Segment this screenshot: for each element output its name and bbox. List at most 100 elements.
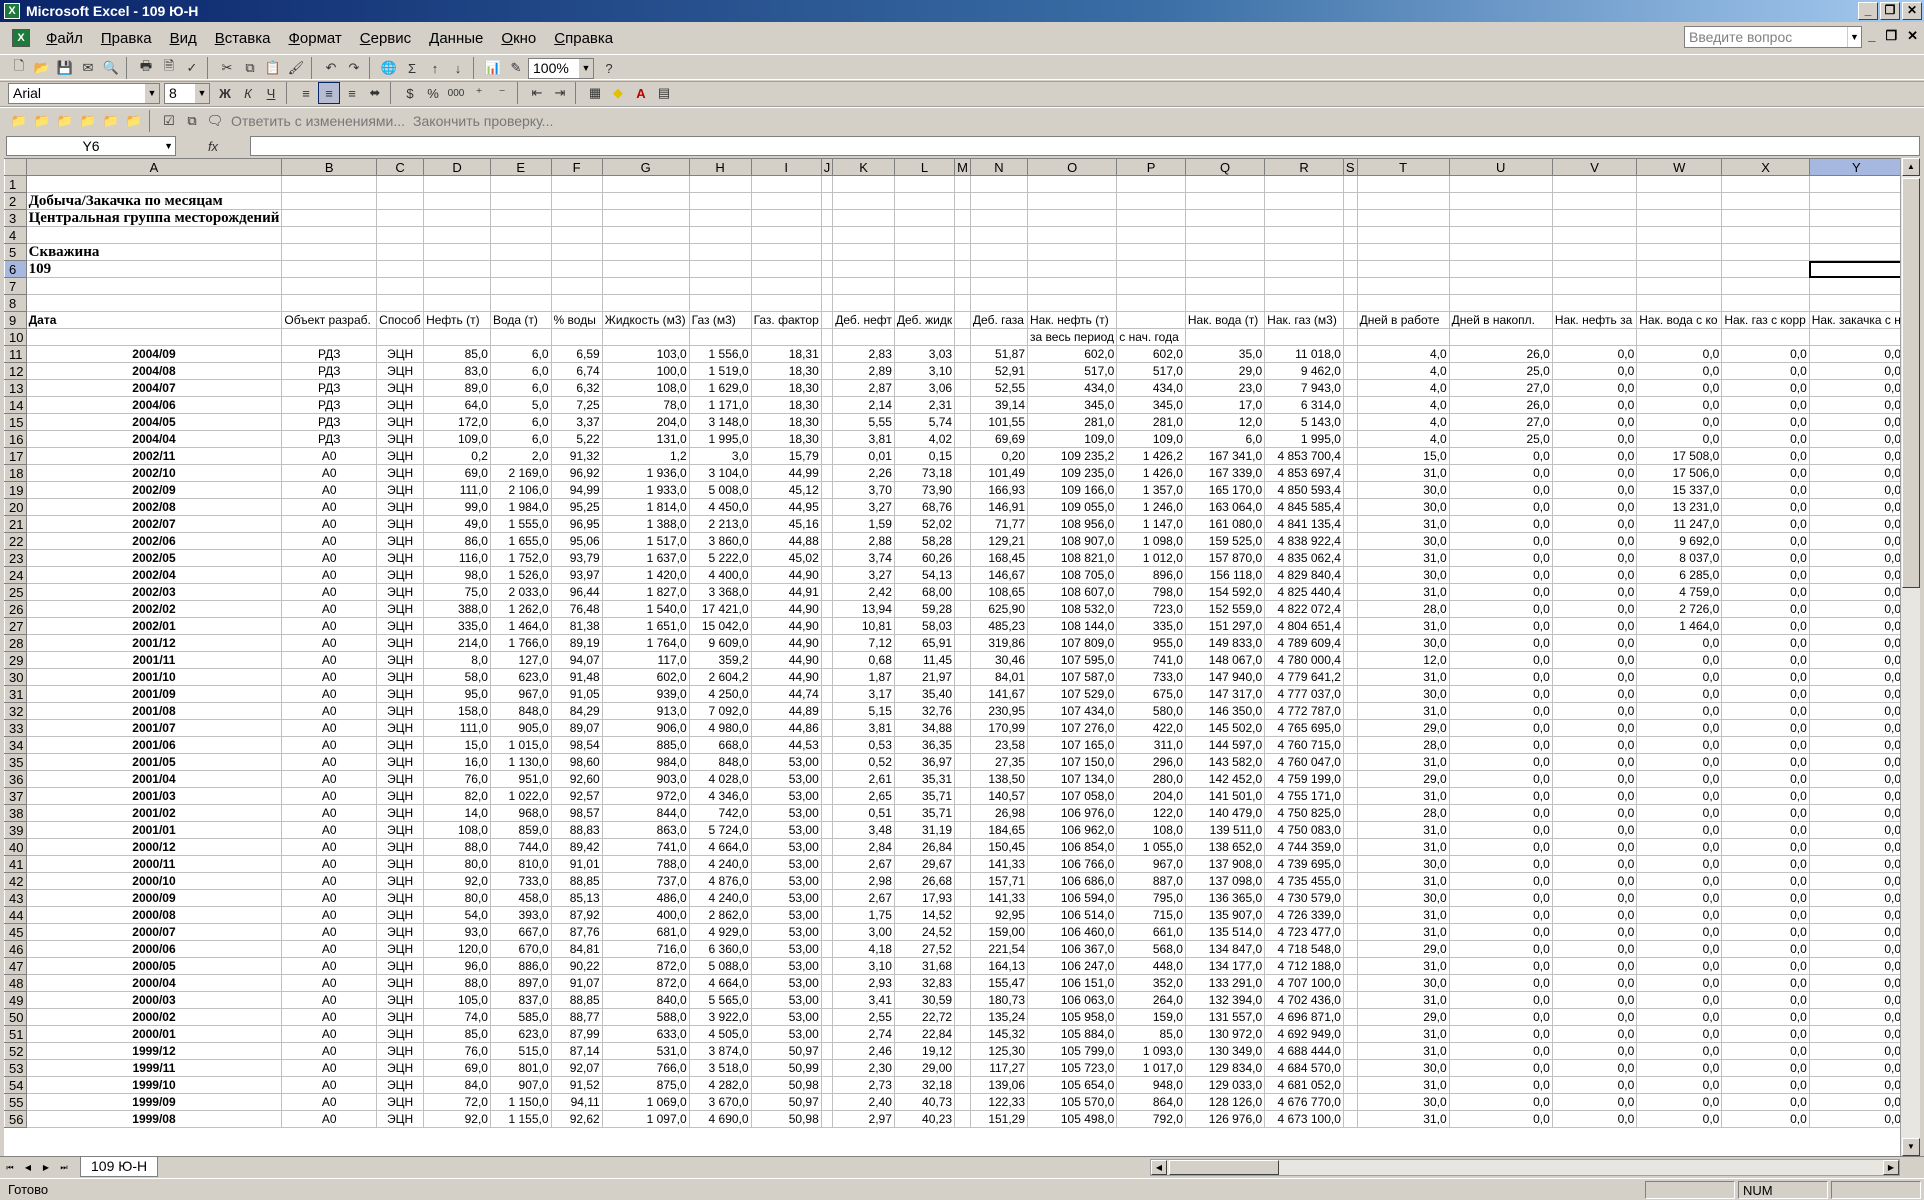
- cell-k41[interactable]: 2,67: [832, 855, 895, 873]
- cell-r3[interactable]: [1264, 209, 1344, 227]
- cell-p47[interactable]: 448,0: [1116, 957, 1186, 975]
- cell-k5[interactable]: [832, 243, 895, 261]
- cell-d41[interactable]: 80,0: [423, 855, 491, 873]
- cell-g15[interactable]: 204,0: [601, 413, 690, 431]
- cell-p18[interactable]: 1 426,0: [1116, 464, 1186, 482]
- row-header-41[interactable]: 41: [4, 855, 27, 873]
- bold-button[interactable]: Ж: [214, 82, 236, 104]
- row-header-2[interactable]: 2: [4, 192, 27, 210]
- cell-p22[interactable]: 1 098,0: [1116, 532, 1186, 550]
- cell-d48[interactable]: 88,0: [423, 974, 491, 992]
- cell-o16[interactable]: 109,0: [1027, 430, 1118, 448]
- cell-x32[interactable]: 0,0: [1721, 702, 1810, 720]
- cell-h18[interactable]: 3 104,0: [688, 464, 752, 482]
- cell-l37[interactable]: 35,71: [893, 787, 956, 805]
- cell-r10[interactable]: [1264, 328, 1344, 346]
- cell-e41[interactable]: 810,0: [489, 855, 552, 873]
- cell-p46[interactable]: 568,0: [1116, 940, 1186, 958]
- cell-m2[interactable]: [954, 192, 971, 210]
- cell-l51[interactable]: 22,84: [893, 1025, 956, 1043]
- cell-k32[interactable]: 5,15: [832, 702, 895, 720]
- cell-w46[interactable]: 0,0: [1636, 940, 1723, 958]
- menu-edit[interactable]: Правка: [93, 30, 162, 47]
- cell-i26[interactable]: 44,90: [750, 600, 822, 618]
- cell-x13[interactable]: 0,0: [1721, 379, 1810, 397]
- cell-s56[interactable]: [1342, 1110, 1358, 1128]
- cell-f7[interactable]: [550, 277, 603, 295]
- cell-h54[interactable]: 4 282,0: [688, 1076, 752, 1094]
- cell-h42[interactable]: 4 876,0: [688, 872, 752, 890]
- cell-m4[interactable]: [954, 226, 971, 244]
- column-subtitle[interactable]: с нач. года: [1116, 328, 1186, 346]
- cell-v46[interactable]: 0,0: [1551, 940, 1638, 958]
- drawing-icon[interactable]: ✎: [505, 57, 527, 79]
- cell-o4[interactable]: [1027, 226, 1118, 244]
- cell-l16[interactable]: 4,02: [893, 430, 956, 448]
- cell-t20[interactable]: 30,0: [1356, 498, 1450, 516]
- cell-c32[interactable]: ЭЦН: [376, 702, 425, 720]
- cell-d11[interactable]: 85,0: [423, 345, 491, 363]
- cell-g12[interactable]: 100,0: [601, 362, 690, 380]
- cell-n36[interactable]: 138,50: [969, 770, 1029, 788]
- cell-h7[interactable]: [688, 277, 752, 295]
- cell-b7[interactable]: [281, 277, 378, 295]
- cell-h6[interactable]: [688, 260, 752, 278]
- cell-f21[interactable]: 96,95: [550, 515, 603, 533]
- font-color-icon[interactable]: A: [630, 82, 652, 104]
- cell-m54[interactable]: [954, 1076, 971, 1094]
- cell-t16[interactable]: 4,0: [1356, 430, 1450, 448]
- cell-l22[interactable]: 58,28: [893, 532, 956, 550]
- cell-p31[interactable]: 675,0: [1116, 685, 1186, 703]
- cell-e24[interactable]: 1 526,0: [489, 566, 552, 584]
- cell-l33[interactable]: 34,88: [893, 719, 956, 737]
- cell-p33[interactable]: 422,0: [1116, 719, 1186, 737]
- scroll-right-icon[interactable]: ▶: [1883, 1160, 1899, 1175]
- cell-i51[interactable]: 53,00: [750, 1025, 822, 1043]
- cell-q40[interactable]: 138 652,0: [1184, 838, 1266, 856]
- cell-t12[interactable]: 4,0: [1356, 362, 1450, 380]
- chevron-down-icon[interactable]: ▼: [164, 137, 173, 155]
- print-icon[interactable]: 🖶: [135, 57, 157, 79]
- cell-g36[interactable]: 903,0: [601, 770, 690, 788]
- cell-y42[interactable]: 0,0: [1808, 872, 1904, 890]
- column-header-e[interactable]: E: [489, 158, 552, 176]
- cell-i27[interactable]: 44,90: [750, 617, 822, 635]
- cell-k11[interactable]: 2,83: [832, 345, 895, 363]
- cell-c30[interactable]: ЭЦН: [376, 668, 425, 686]
- cell-g32[interactable]: 913,0: [601, 702, 690, 720]
- cell-u35[interactable]: 0,0: [1448, 753, 1553, 771]
- cell-d18[interactable]: 69,0: [423, 464, 491, 482]
- cell-h17[interactable]: 3,0: [688, 447, 752, 465]
- cell-j41[interactable]: [820, 855, 834, 873]
- cell-t52[interactable]: 31,0: [1356, 1042, 1450, 1060]
- cell-p50[interactable]: 159,0: [1116, 1008, 1186, 1026]
- cell-w27[interactable]: 1 464,0: [1636, 617, 1723, 635]
- row-header-7[interactable]: 7: [4, 277, 27, 295]
- cell-l34[interactable]: 36,35: [893, 736, 956, 754]
- cell-p29[interactable]: 741,0: [1116, 651, 1186, 669]
- cell-e8[interactable]: [489, 294, 552, 312]
- cell-f24[interactable]: 93,97: [550, 566, 603, 584]
- cell-y24[interactable]: 0,0: [1808, 566, 1904, 584]
- cell-b37[interactable]: А0: [281, 787, 378, 805]
- cell-n43[interactable]: 141,33: [969, 889, 1029, 907]
- cell-r55[interactable]: 4 676 770,0: [1264, 1093, 1344, 1111]
- cell-n11[interactable]: 51,87: [969, 345, 1029, 363]
- cell-k43[interactable]: 2,67: [832, 889, 895, 907]
- cell-u26[interactable]: 0,0: [1448, 600, 1553, 618]
- cell-r37[interactable]: 4 755 171,0: [1264, 787, 1344, 805]
- cell-u3[interactable]: [1448, 209, 1553, 227]
- close-button[interactable]: ✕: [1902, 2, 1922, 20]
- cell-y5[interactable]: [1808, 243, 1904, 261]
- cell-j47[interactable]: [820, 957, 834, 975]
- cell-i50[interactable]: 53,00: [750, 1008, 822, 1026]
- cell-s39[interactable]: [1342, 821, 1358, 839]
- cell-x10[interactable]: [1721, 328, 1810, 346]
- cell-u53[interactable]: 0,0: [1448, 1059, 1553, 1077]
- cell-c39[interactable]: ЭЦН: [376, 821, 425, 839]
- cell-c15[interactable]: ЭЦН: [376, 413, 425, 431]
- cell-r31[interactable]: 4 777 037,0: [1264, 685, 1344, 703]
- cell-g26[interactable]: 1 540,0: [601, 600, 690, 618]
- cell-g18[interactable]: 1 936,0: [601, 464, 690, 482]
- cell-i17[interactable]: 15,79: [750, 447, 822, 465]
